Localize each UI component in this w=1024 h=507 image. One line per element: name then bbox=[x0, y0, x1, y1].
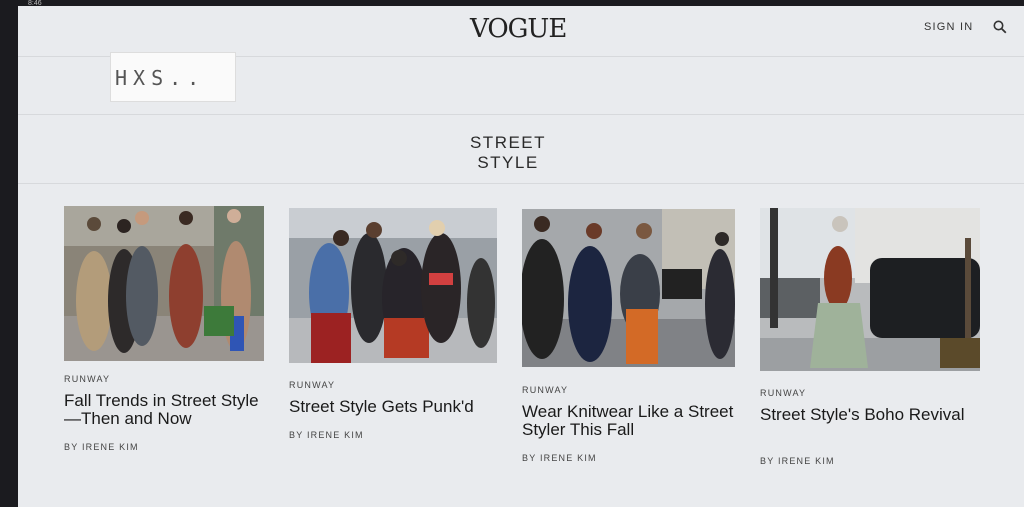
article-photo[interactable] bbox=[522, 209, 735, 367]
article-card[interactable]: RUNWAY Wear Knitwear Like a Street Style… bbox=[522, 209, 735, 469]
article-headline[interactable]: Street Style's Boho Revival bbox=[760, 406, 980, 424]
site-header: VOGUE SIGN IN bbox=[18, 6, 1024, 57]
overlay-label: HXS.. bbox=[110, 52, 236, 102]
section-title-line-1: STREET bbox=[469, 133, 547, 152]
section-title-line-2: STYLE bbox=[477, 153, 539, 172]
section-title: STREET STYLE bbox=[448, 133, 568, 173]
article-category[interactable]: RUNWAY bbox=[64, 374, 110, 384]
article-headline[interactable]: Fall Trends in Street Style—Then and Now bbox=[64, 392, 264, 428]
vogue-logo[interactable]: VOGUE bbox=[470, 14, 567, 44]
search-icon[interactable] bbox=[993, 20, 1007, 34]
browser-viewport: VOGUE SIGN IN HXS.. STREET STYLE RUNWAY … bbox=[18, 6, 1024, 507]
article-byline[interactable]: BY IRENE KIM bbox=[760, 456, 835, 466]
article-card[interactable]: RUNWAY Street Style Gets Punk'd BY IRENE… bbox=[289, 208, 497, 458]
article-card[interactable]: RUNWAY Fall Trends in Street Style—Then … bbox=[64, 206, 264, 466]
article-photo[interactable] bbox=[289, 208, 497, 363]
article-card[interactable]: RUNWAY Street Style's Boho Revival BY IR… bbox=[760, 208, 980, 473]
sign-in-link[interactable]: SIGN IN bbox=[924, 21, 973, 33]
article-byline[interactable]: BY IRENE KIM bbox=[522, 453, 597, 463]
article-headline[interactable]: Street Style Gets Punk'd bbox=[289, 398, 497, 416]
article-category[interactable]: RUNWAY bbox=[289, 380, 335, 390]
article-byline[interactable]: BY IRENE KIM bbox=[64, 442, 139, 452]
article-byline[interactable]: BY IRENE KIM bbox=[289, 430, 364, 440]
article-photo[interactable] bbox=[760, 208, 980, 371]
article-category[interactable]: RUNWAY bbox=[760, 388, 806, 398]
article-headline[interactable]: Wear Knitwear Like a Street Styler This … bbox=[522, 403, 735, 439]
section-header: STREET STYLE bbox=[18, 114, 1024, 184]
article-category[interactable]: RUNWAY bbox=[522, 385, 568, 395]
article-photo[interactable] bbox=[64, 206, 264, 361]
